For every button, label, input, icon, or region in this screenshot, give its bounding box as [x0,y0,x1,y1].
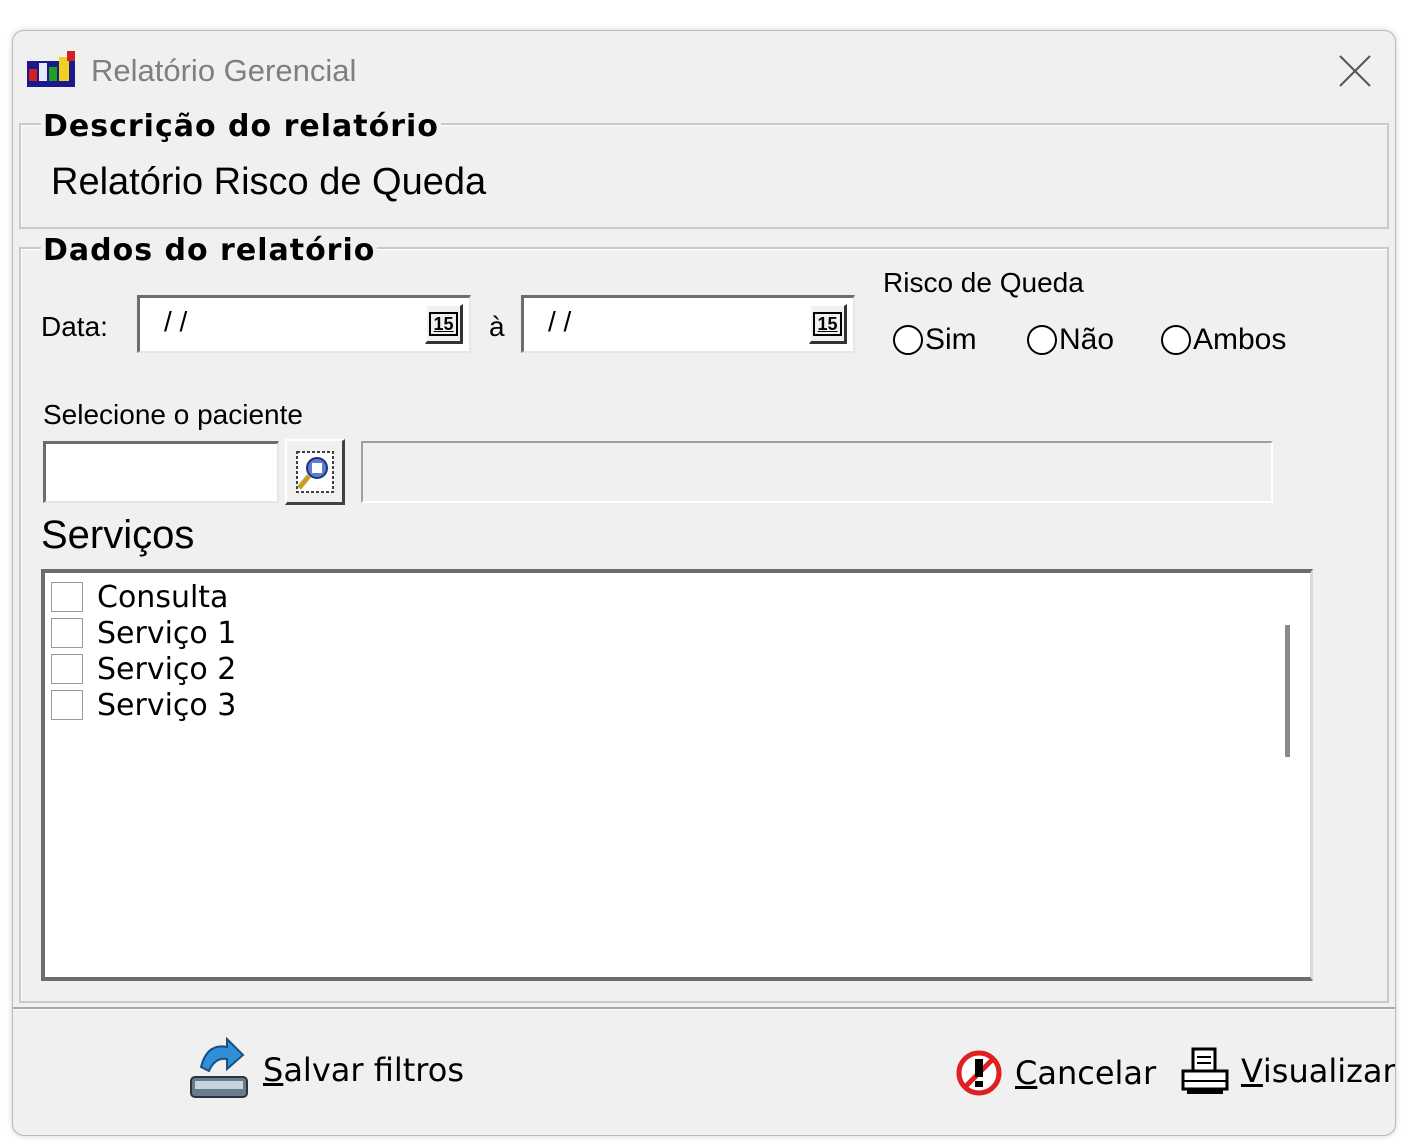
service-checkbox[interactable] [51,582,83,612]
service-item-consulta[interactable]: Consulta [51,579,228,615]
radio-nao[interactable]: Não [1027,323,1114,357]
data-legend: Dados do relatório [41,233,378,268]
date-from-input[interactable]: / / 15 [137,295,471,353]
radio-circle [1161,325,1191,355]
risco-de-queda-label: Risco de Queda [883,267,1084,298]
report-description: Relatório Risco de Queda [51,161,487,203]
cancel-icon [956,1050,1002,1096]
close-icon [1339,55,1371,87]
report-app-icon [27,51,75,87]
radio-sim[interactable]: Sim [893,323,977,357]
window-title: Relatório Gerencial [91,53,357,88]
patient-code-input[interactable] [43,441,279,503]
patient-search-button[interactable] [285,439,345,505]
radio-circle [893,325,923,355]
service-item-servico-1[interactable]: Serviço 1 [51,615,236,651]
radio-circle [1027,325,1057,355]
service-checkbox[interactable] [51,618,83,648]
service-item-servico-3[interactable]: Serviço 3 [51,687,236,723]
date-label: Data: [41,311,108,342]
service-label: Serviço 2 [97,651,237,687]
date-to-value: / / [548,306,572,337]
printer-icon [1181,1047,1229,1094]
date-from-calendar-button[interactable]: 15 [425,304,463,344]
save-filters-button[interactable]: Salvar filtros [187,1037,464,1103]
services-checklist[interactable]: Consulta Serviço 1 Serviço 2 Serviço 3 [41,569,1313,981]
cancel-button[interactable]: Cancelar [955,1049,1156,1097]
service-checkbox[interactable] [51,654,83,684]
close-button[interactable] [1315,41,1395,101]
cancel-accel: C [1015,1054,1038,1092]
patient-label: Selecione o paciente [43,399,303,430]
radio-sim-label: Sim [925,323,977,356]
date-between-label: à [489,311,505,342]
date-to-calendar-button[interactable]: 15 [809,304,847,344]
calendar-icon: 15 [813,311,842,336]
service-label: Serviço 1 [97,615,237,651]
radio-ambos-label: Ambos [1193,323,1287,356]
service-label: Serviço 3 [97,687,237,723]
service-item-servico-2[interactable]: Serviço 2 [51,651,236,687]
services-scrollbar[interactable] [1285,625,1290,757]
report-window: Relatório Gerencial Descrição do relatór… [12,30,1396,1136]
preview-button[interactable]: Visualizar [1179,1045,1396,1097]
radio-nao-label: Não [1059,323,1115,356]
save-filters-accel: S [263,1051,284,1089]
preview-label: isualizar [1262,1052,1396,1090]
radio-ambos[interactable]: Ambos [1161,323,1286,357]
preview-accel: V [1241,1052,1263,1090]
service-checkbox[interactable] [51,690,83,720]
title-bar: Relatório Gerencial [13,31,1395,109]
save-filters-label: alvar filtros [283,1051,464,1089]
date-from-value: / / [164,306,188,337]
calendar-icon: 15 [429,311,458,336]
patient-name-field [361,441,1273,503]
cancel-label: ancelar [1037,1054,1157,1092]
service-label: Consulta [97,579,229,615]
patient-search-icon [295,450,334,493]
date-to-input[interactable]: / / 15 [521,295,855,353]
description-legend: Descrição do relatório [41,109,441,144]
services-title: Serviços [41,513,195,557]
save-filters-icon [190,1037,248,1098]
footer-separator [13,1007,1395,1009]
